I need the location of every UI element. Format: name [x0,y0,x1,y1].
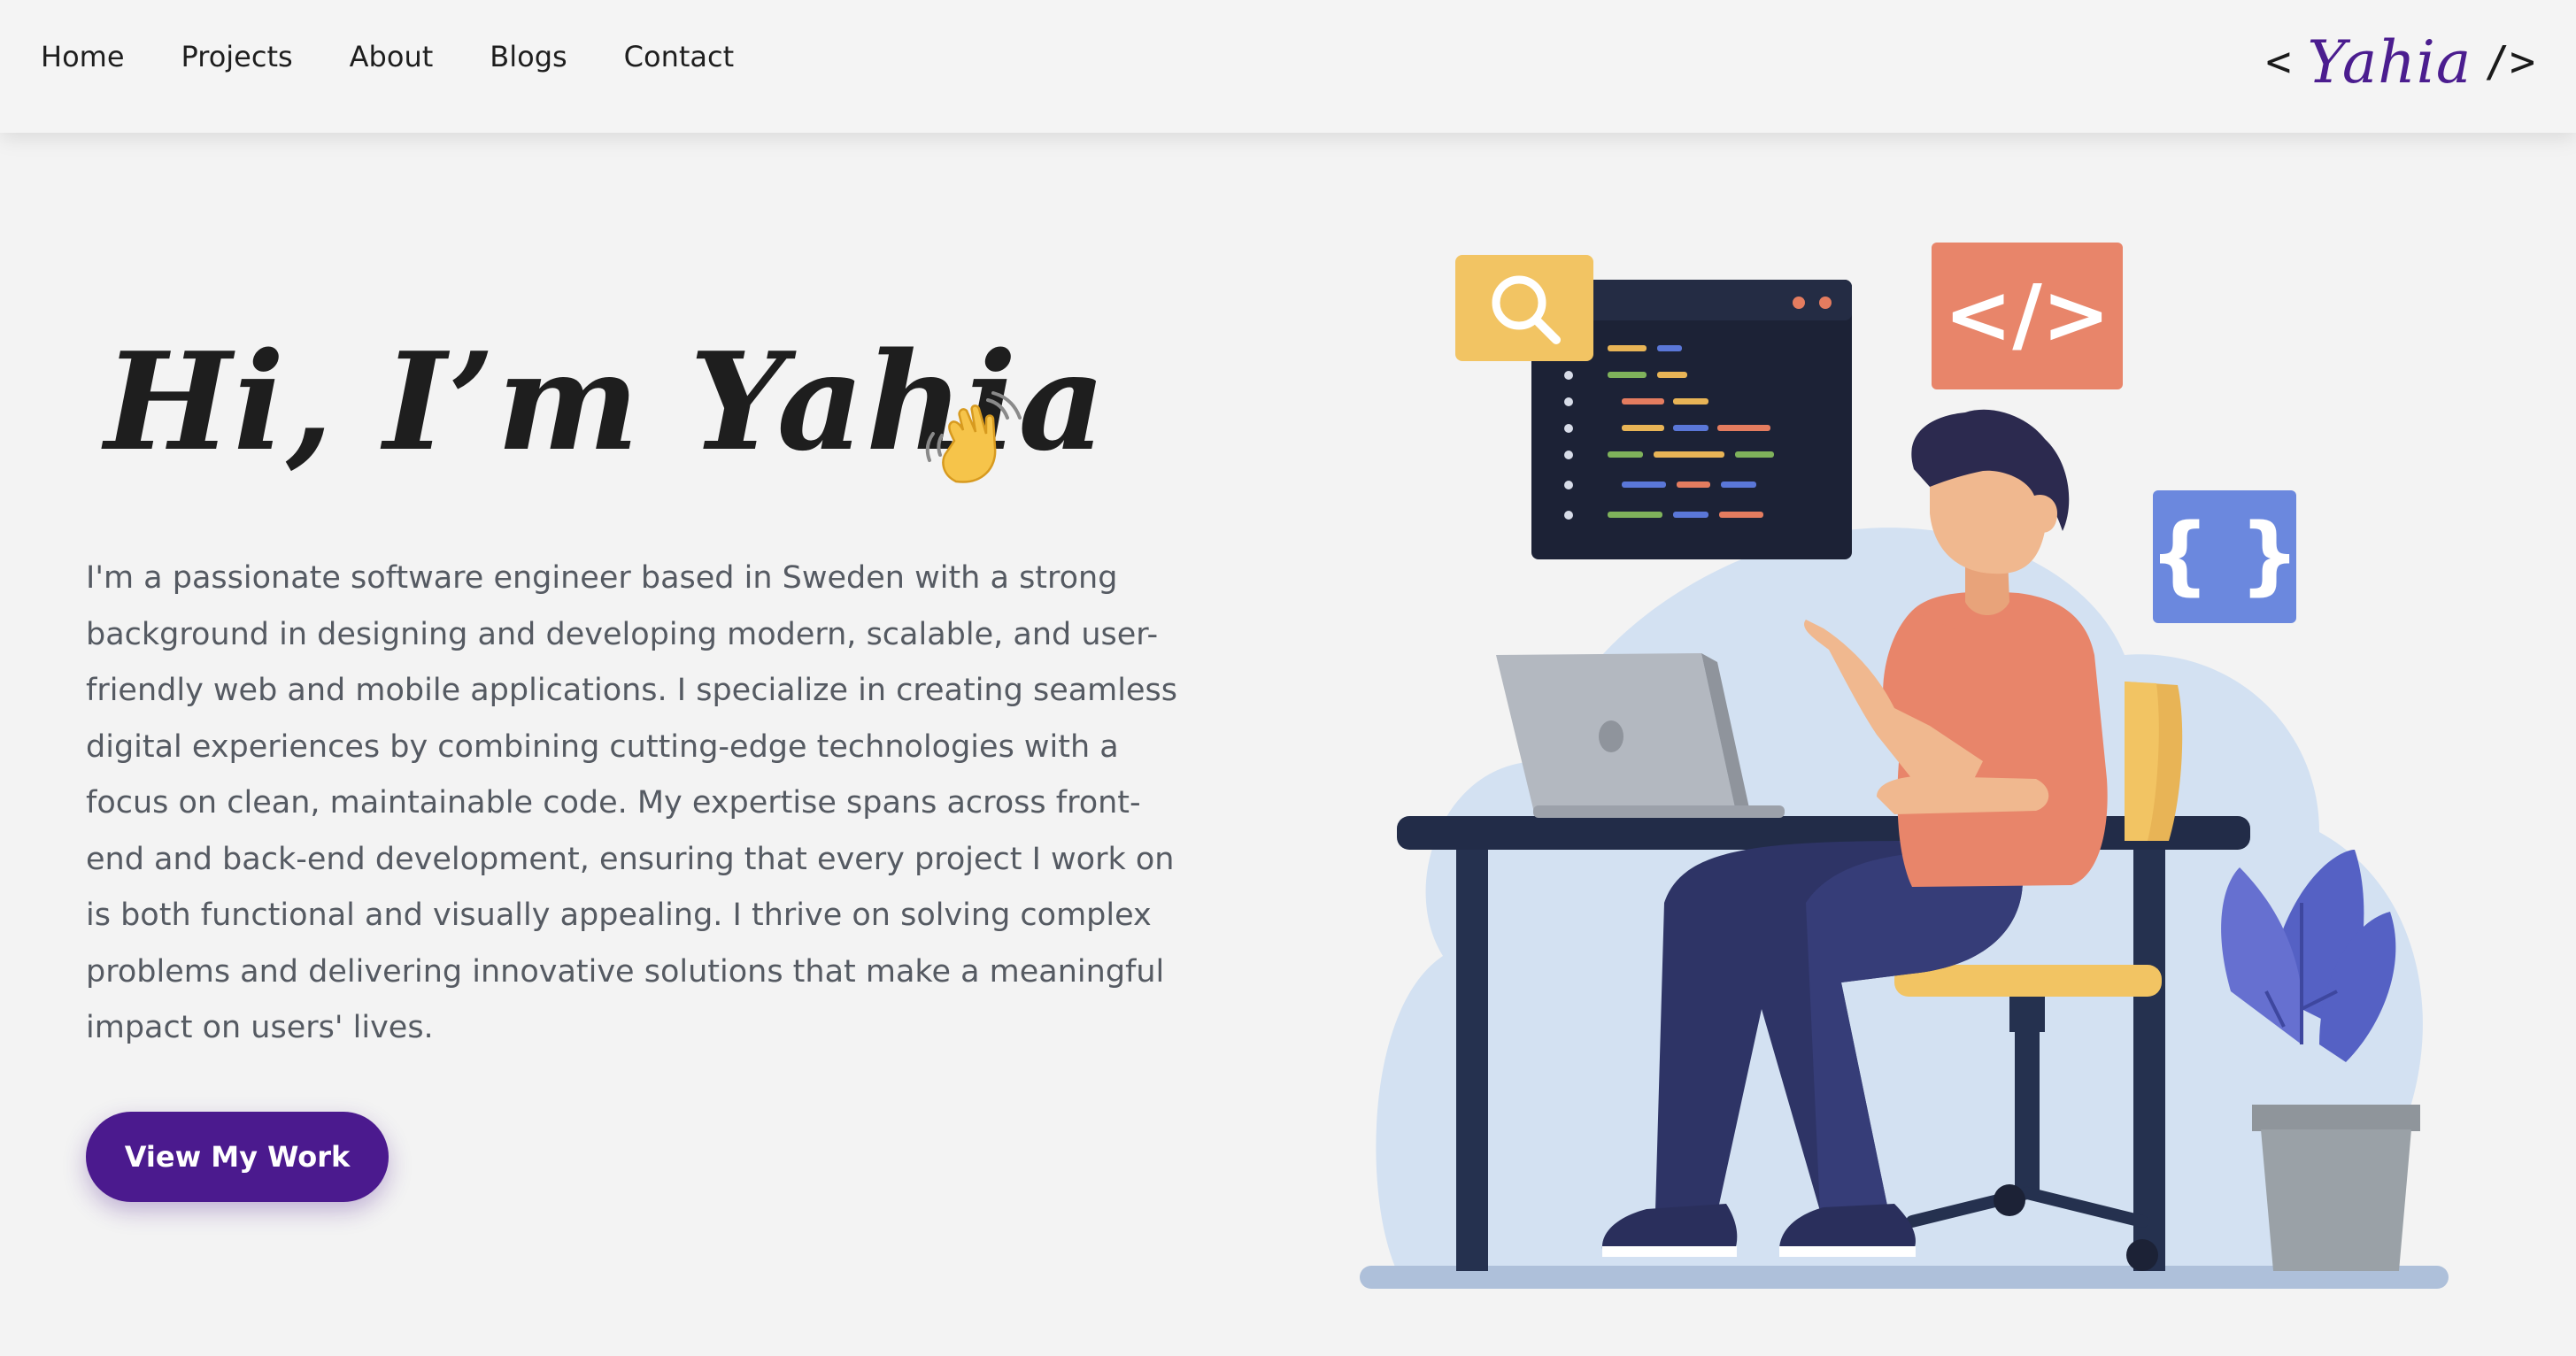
view-my-work-button[interactable]: View My Work [86,1112,389,1202]
nav-links: Home Projects About Blogs Contact [41,0,734,113]
curly-braces-icon: { } [2149,490,2300,623]
hero-description: I'm a passionate software engineer based… [86,560,1177,1045]
nav-link-projects[interactable]: Projects [181,40,293,73]
logo-name: Yahia [2307,27,2472,96]
logo-close-bracket: /> [2484,37,2535,87]
nav-link-home[interactable]: Home [41,40,125,73]
svg-text:</>: </> [1944,267,2110,362]
nav-link-about[interactable]: About [350,40,434,73]
waving-hand-icon [925,391,1022,483]
logo-open-bracket: < [2265,37,2292,87]
nav-link-contact[interactable]: Contact [624,40,735,73]
search-icon [1455,255,1593,361]
nav-link-blogs[interactable]: Blogs [490,40,567,73]
navbar: Home Projects About Blogs Contact < Yahi… [0,0,2576,133]
code-tag-icon: </> [1932,243,2123,389]
hero-illustration: </> { } [1360,243,2449,1289]
svg-text:{ }: { } [2149,505,2300,605]
logo[interactable]: < Yahia /> [2266,18,2535,106]
